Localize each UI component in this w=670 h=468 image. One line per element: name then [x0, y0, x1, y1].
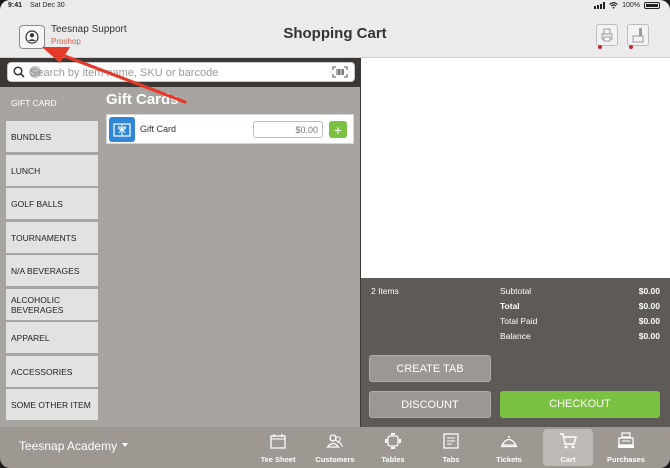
gift-card-amount-input[interactable]: [253, 121, 323, 138]
tab-label: Cart: [560, 455, 576, 464]
printer-icon: [601, 28, 613, 42]
search-input[interactable]: [30, 65, 330, 80]
total-row: Total $0.00: [500, 301, 660, 311]
category-some-other-item[interactable]: SOME OTHER ITEM: [6, 389, 98, 420]
category-label: APPAREL: [11, 332, 50, 343]
printer-status-dot: [598, 45, 602, 49]
printer-button[interactable]: [596, 24, 618, 49]
status-date: Sat Dec 30: [30, 2, 65, 9]
product-section-title: Gift Cards: [106, 91, 179, 108]
tab-tabs[interactable]: Tabs: [426, 429, 476, 466]
bottom-tab-bar: Teesnap Academy Tee Sheet Customers Tabl…: [0, 427, 670, 468]
category-bundles[interactable]: BUNDLES: [6, 121, 98, 152]
page-title: Shopping Cart: [283, 25, 387, 42]
cart-icon: [560, 433, 577, 449]
total-paid-row: Total Paid $0.00: [500, 316, 660, 326]
items-count: 2 Items: [371, 286, 399, 296]
category-label: TOURNAMENTS: [11, 232, 77, 243]
balance-label: Balance: [500, 331, 531, 341]
tab-label: Purchases: [607, 455, 645, 464]
tab-cart[interactable]: Cart: [543, 429, 593, 466]
status-bar: 9:41 Sat Dec 30 100%: [0, 0, 670, 12]
category-label: N/A BEVERAGES: [11, 265, 80, 276]
balance-value: $0.00: [638, 331, 660, 341]
category-list: GIFT CARD BUNDLES LUNCH GOLF BALLS TOURN…: [0, 87, 101, 427]
customers-icon: [326, 434, 343, 448]
cart-summary: 2 Items Subtotal $0.00 Total $0.00 Total…: [361, 278, 670, 427]
tab-purchases[interactable]: Purchases: [601, 429, 651, 466]
battery-percent: 100%: [622, 2, 640, 9]
touch-indicator: [29, 66, 41, 78]
checkout-button[interactable]: CHECKOUT: [500, 391, 660, 418]
subtotal-label: Subtotal: [500, 286, 532, 296]
total-paid-label: Total Paid: [500, 316, 538, 326]
status-right: 100%: [594, 2, 660, 9]
tab-tables[interactable]: Tables: [368, 429, 418, 466]
discount-button[interactable]: DISCOUNT: [369, 391, 491, 418]
register-icon: [618, 432, 634, 448]
ipad-screen: 9:41 Sat Dec 30 100% Teesnap Support Pro…: [0, 0, 670, 468]
total-paid-value: $0.00: [638, 316, 660, 326]
tab-label: Tables: [381, 455, 405, 464]
product-name: Gift Card: [140, 124, 177, 134]
category-lunch[interactable]: LUNCH: [6, 155, 98, 186]
tab-tickets[interactable]: Tickets: [484, 429, 534, 466]
wifi-icon: [609, 2, 618, 9]
category-label: ACCESSORIES: [11, 366, 73, 377]
subtotal-row: Subtotal $0.00: [500, 286, 660, 296]
category-alcoholic-beverages[interactable]: ALCOHOLIC BEVERAGES: [6, 289, 98, 320]
category-tournaments[interactable]: TOURNAMENTS: [6, 222, 98, 253]
signal-icon: [594, 2, 606, 9]
total-label: Total: [500, 301, 520, 311]
chevron-down-icon[interactable]: [122, 443, 128, 447]
create-tab-button[interactable]: CREATE TAB: [369, 355, 491, 382]
tab-label: Tee Sheet: [260, 455, 296, 464]
app-header: Teesnap Support Proshop Shopping Cart: [0, 12, 670, 58]
status-time: 9:41: [8, 2, 23, 9]
location-selector[interactable]: Teesnap Academy: [19, 439, 117, 453]
search-icon: [13, 66, 25, 78]
tables-icon: [385, 433, 401, 449]
total-value: $0.00: [638, 301, 660, 311]
category-golf-balls[interactable]: GOLF BALLS: [6, 188, 98, 219]
tab-label: Tickets: [496, 455, 522, 464]
cash-drawer-icon: [632, 28, 644, 43]
barcode-scan-icon[interactable]: [332, 66, 348, 78]
product-panel: Gift Cards Gift Card +: [101, 87, 360, 427]
category-label: ALCOHOLIC BEVERAGES: [11, 294, 64, 315]
category-gift-card[interactable]: GIFT CARD: [6, 87, 98, 118]
category-label: GIFT CARD: [11, 97, 57, 108]
category-label: SOME OTHER ITEM: [11, 399, 91, 410]
category-label: LUNCH: [11, 165, 41, 176]
balance-row: Balance $0.00: [500, 331, 660, 341]
calendar-icon: [270, 434, 286, 449]
cash-drawer-button[interactable]: [627, 24, 649, 49]
tab-tee-sheet[interactable]: Tee Sheet: [253, 429, 303, 466]
tabs-icon: [443, 433, 459, 449]
tab-label: Customers: [315, 455, 355, 464]
add-gift-card-button[interactable]: +: [329, 121, 347, 138]
gift-card-icon: [109, 117, 135, 142]
product-item-gift-card[interactable]: Gift Card +: [106, 114, 354, 144]
category-label: BUNDLES: [11, 131, 52, 142]
category-label: GOLF BALLS: [11, 198, 63, 209]
drawer-status-dot: [629, 45, 633, 49]
category-na-beverages[interactable]: N/A BEVERAGES: [6, 255, 98, 286]
subtotal-value: $0.00: [638, 286, 660, 296]
tab-customers[interactable]: Customers: [310, 429, 360, 466]
battery-icon: [644, 2, 660, 9]
search-bar: [7, 62, 355, 82]
cart-items-area: [361, 58, 670, 278]
category-apparel[interactable]: APPAREL: [6, 322, 98, 353]
tab-label: Tabs: [442, 455, 460, 464]
category-accessories[interactable]: ACCESSORIES: [6, 356, 98, 387]
tickets-icon: [500, 436, 518, 448]
